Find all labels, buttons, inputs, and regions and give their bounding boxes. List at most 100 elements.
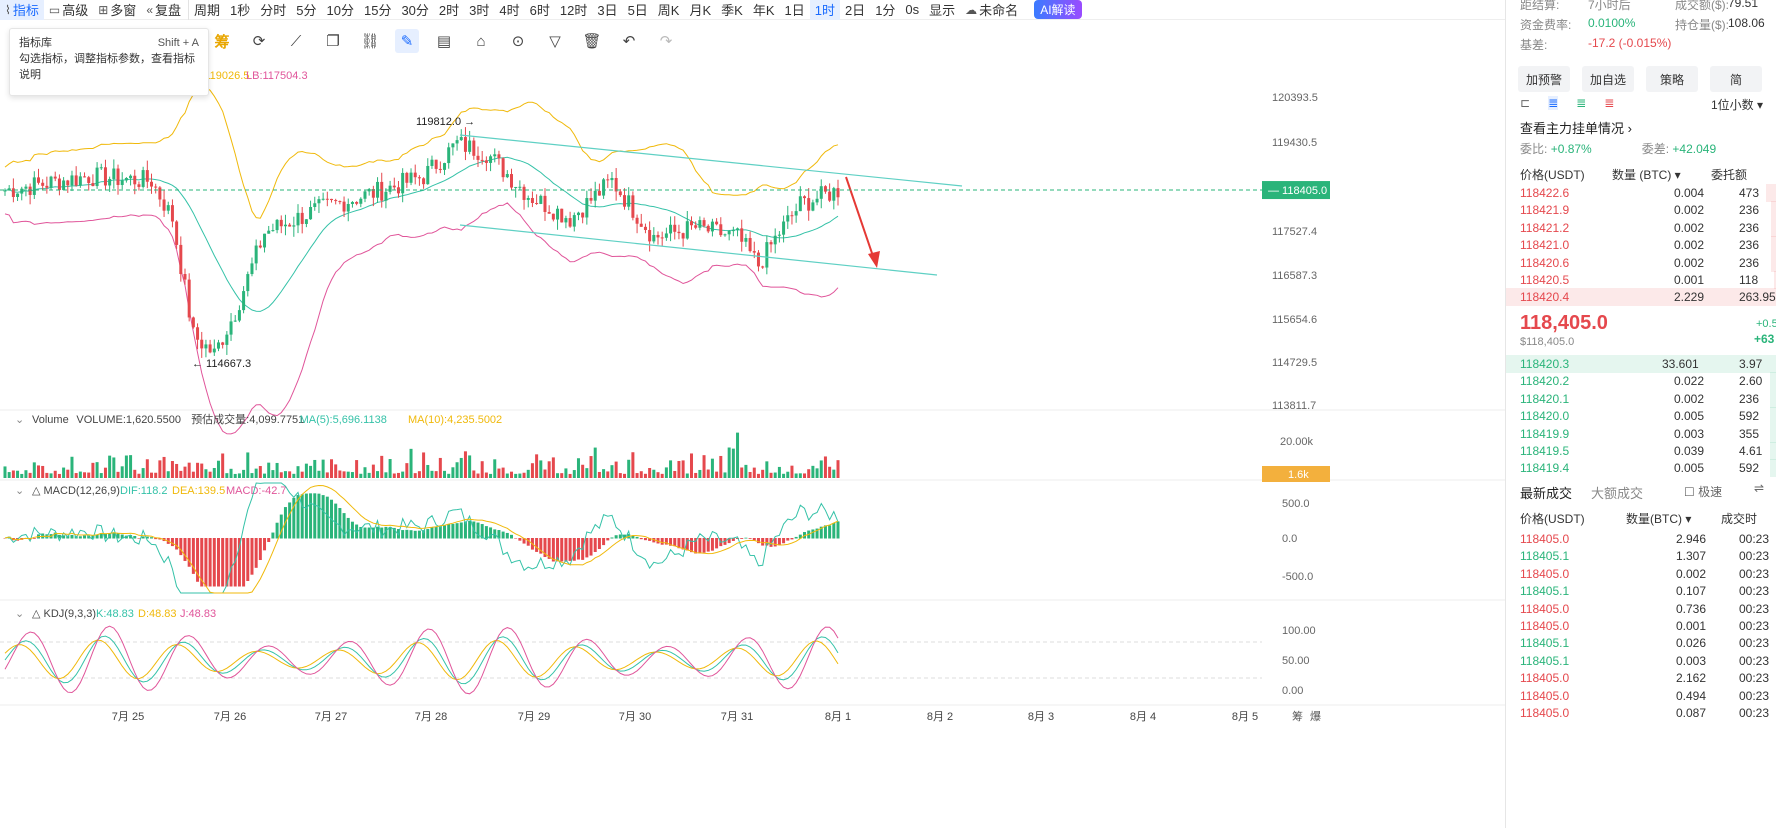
trade-price: 118405.0 <box>1520 566 1570 581</box>
lock-icon[interactable]: ⌂ <box>469 29 493 53</box>
toolbar-label: 15分 <box>363 3 392 18</box>
main-orders-link[interactable]: 查看主力挂单情况 › <box>1520 118 1632 137</box>
ask-row[interactable]: 118420.5 0.001 118 <box>1506 271 1776 289</box>
candle-body <box>719 224 723 236</box>
clipboard-icon[interactable]: ▤ <box>432 29 456 53</box>
toolbar-item-26[interactable]: 0s <box>900 0 924 20</box>
toolbar-item-21[interactable]: 年K <box>748 0 780 20</box>
macd-bar <box>62 535 66 539</box>
bid-row[interactable]: 118420.0 0.005 592 <box>1506 407 1776 426</box>
undo-icon[interactable]: ↶ <box>617 29 641 53</box>
book-bids-icon[interactable]: ≣ <box>1576 96 1586 110</box>
toolbar-item-11[interactable]: 2时 <box>434 0 464 20</box>
toolbar-item-24[interactable]: 2日 <box>840 0 870 20</box>
toolbar-item-20[interactable]: 季K <box>716 0 748 20</box>
link-icon[interactable]: ⛓ <box>358 29 382 53</box>
info-label: 持仓量($): <box>1675 18 1730 32</box>
candle-body <box>443 163 447 170</box>
toolbar-item-17[interactable]: 5日 <box>623 0 653 20</box>
toolbar-item-3[interactable]: «复盘 <box>141 0 186 20</box>
bid-row[interactable]: 118420.2 0.022 2.60 <box>1506 372 1776 391</box>
pen-icon[interactable]: ✎ <box>395 29 419 53</box>
magnet-icon[interactable]: ⊙ <box>506 29 530 53</box>
ask-row[interactable]: 118420.6 0.002 236 <box>1506 253 1776 272</box>
refresh-icon[interactable]: ⟳ <box>247 29 271 53</box>
toolbar-item-27[interactable]: 显示 <box>924 0 960 20</box>
filter-icon[interactable]: ▽ <box>543 29 567 53</box>
toolbar-item-16[interactable]: 3日 <box>592 0 622 20</box>
candle-body <box>150 181 154 187</box>
toolbar-item-7[interactable]: 5分 <box>291 0 321 20</box>
ask-row[interactable]: 118421.9 0.002 236 <box>1506 201 1776 220</box>
trade-row: 118405.1 0.026 00:23 <box>1506 634 1776 652</box>
bid-row[interactable]: 118419.9 0.003 355 <box>1506 424 1776 443</box>
book-asks-icon[interactable]: ≣ <box>1604 96 1614 110</box>
tab-latest-trades[interactable]: 最新成交 <box>1520 483 1572 502</box>
candle-body <box>187 279 191 318</box>
trade-qty: 2.946 <box>1676 532 1707 546</box>
panel-button-3[interactable]: 简 <box>1710 66 1762 92</box>
toolbar-item-22[interactable]: 1日 <box>779 0 809 20</box>
macd-axis-label: 0.0 <box>1282 533 1297 545</box>
toolbar-item-4[interactable]: 周期 <box>188 0 225 20</box>
toolbar-item-5[interactable]: 1秒 <box>225 0 255 20</box>
toolbar-item-23[interactable]: 1时 <box>809 0 840 20</box>
candle-body <box>476 155 480 160</box>
ask-total: 236 <box>1739 220 1760 235</box>
candle-body <box>36 177 40 183</box>
redo-icon[interactable]: ↷ <box>654 29 678 53</box>
trade-row: 118405.0 2.946 00:23 <box>1506 530 1776 548</box>
toolbar-item-8[interactable]: 10分 <box>322 0 359 20</box>
volume-bar <box>183 466 187 478</box>
panel-button-2[interactable]: 策略 <box>1646 66 1698 92</box>
ask-row[interactable]: 118420.4 2.229 263.95 <box>1506 288 1776 307</box>
toolbar-item-12[interactable]: 3时 <box>464 0 494 20</box>
toolbar-item-14[interactable]: 6时 <box>525 0 555 20</box>
volume-bar <box>242 469 246 478</box>
toolbar-item-9[interactable]: 15分 <box>359 0 396 20</box>
trash-icon[interactable]: 🗑 <box>580 29 604 53</box>
macd-bar <box>313 493 317 539</box>
toolbar-item-15[interactable]: 12时 <box>555 0 592 20</box>
tab-large-trades[interactable]: 大额成交 <box>1591 483 1643 502</box>
bid-row[interactable]: 118420.1 0.002 236 <box>1506 389 1776 408</box>
macd-bar <box>518 538 522 541</box>
toolbar-item-10[interactable]: 30分 <box>396 0 433 20</box>
ask-row[interactable]: 118421.2 0.002 236 <box>1506 218 1776 237</box>
ask-row[interactable]: 118421.0 0.002 236 <box>1506 236 1776 255</box>
toolbar-item-18[interactable]: 周K <box>653 0 685 20</box>
toolbar-item-13[interactable]: 4时 <box>494 0 524 20</box>
candlestick-chart[interactable]: 120393.5 119430.5 117527.4 116587.3 115654.6… <box>0 56 1505 828</box>
toolbar-item-2[interactable]: ⊞ 多窗 <box>93 0 141 20</box>
bid-row[interactable]: 118419.4 0.005 592 <box>1506 459 1776 478</box>
toolbar-item-28[interactable]: ☁ 未命名 <box>960 0 1023 20</box>
decimal-select[interactable]: 1位小数 ▾ <box>1711 96 1763 113</box>
candle-body <box>606 179 610 181</box>
toolbar-item-19[interactable]: 月K <box>684 0 716 20</box>
volume-bar <box>539 460 543 478</box>
ask-row[interactable]: 118422.6 0.004 473 <box>1506 184 1776 202</box>
ask-total: 473 <box>1739 186 1760 200</box>
toolbar-label: 周期 <box>194 3 221 18</box>
chips-icon[interactable]: 筹 <box>210 29 234 53</box>
toolbar-item-29[interactable]: AI解读 <box>1023 0 1086 20</box>
bid-row[interactable]: 118419.5 0.039 4.61 <box>1506 442 1776 460</box>
trade-price: 118405.0 <box>1520 601 1570 616</box>
toolbar-item-6[interactable]: 分时 <box>255 0 291 20</box>
ruler-icon[interactable]: ⟋ <box>284 29 308 53</box>
toolbar-item-1[interactable]: ▭ 高级 <box>44 0 93 20</box>
panel-button-1[interactable]: 加自选 <box>1582 66 1634 92</box>
toolbar-item-0[interactable]: ⌇ 指标 <box>0 0 44 20</box>
bid-row[interactable]: 118420.3 33.601 3.97 <box>1506 355 1776 373</box>
speed-toggle[interactable]: ☐ 极速 <box>1684 483 1722 500</box>
copy-icon[interactable]: ❐ <box>321 29 345 53</box>
macd-bar <box>242 538 246 587</box>
trend-arrow-head <box>868 251 880 268</box>
panel-button-0[interactable]: 加预警 <box>1518 66 1570 92</box>
book-both-icon[interactable]: ≣ <box>1548 96 1559 110</box>
toolbar-item-25[interactable]: 1分 <box>870 0 900 20</box>
book-icon[interactable]: ⊏ <box>1520 96 1530 110</box>
settings-icon[interactable]: ⇌ <box>1754 481 1764 495</box>
candle-body <box>660 237 664 239</box>
candle-body <box>664 233 668 238</box>
